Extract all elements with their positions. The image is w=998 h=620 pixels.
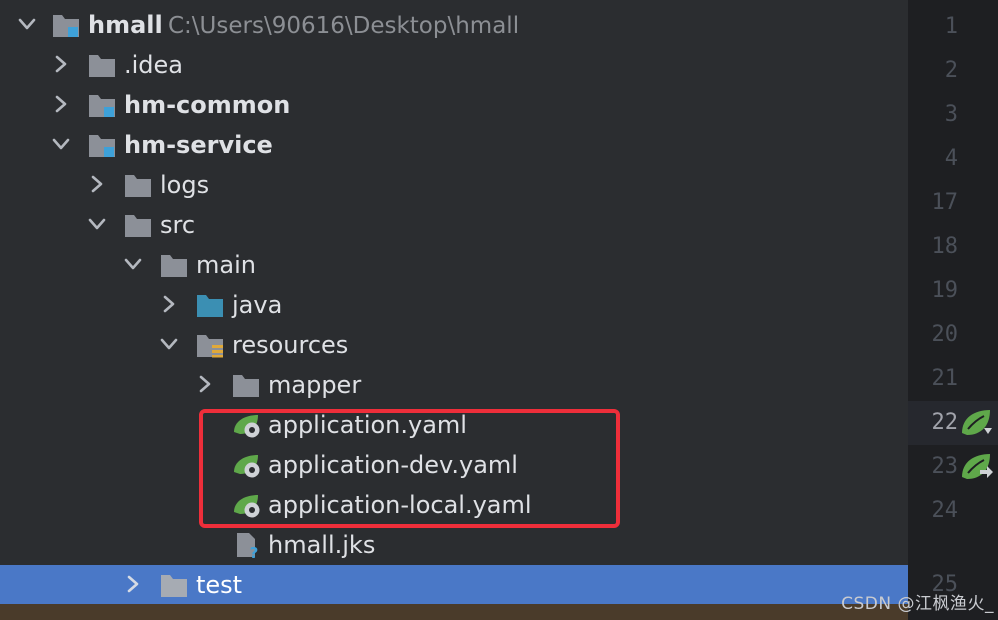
chevron-right-icon[interactable] xyxy=(120,571,146,597)
line-number: 19 xyxy=(931,278,959,303)
tree-row-idea[interactable]: .idea xyxy=(0,45,908,85)
source-folder-icon xyxy=(196,292,224,318)
tree-item-label: .idea xyxy=(124,51,184,79)
tree-item-label: main xyxy=(196,251,256,279)
gutter-line: 19 xyxy=(908,269,998,313)
tree-item-label: java xyxy=(232,291,283,319)
gutter-line: 17 xyxy=(908,181,998,225)
watermark-text: CSDN @江枫渔火_ xyxy=(841,594,994,614)
chevron-down-icon[interactable] xyxy=(120,251,146,277)
tree-row-resources[interactable]: resources xyxy=(0,325,908,365)
gutter-line: 2 xyxy=(908,49,998,93)
line-number: 3 xyxy=(944,102,958,127)
project-tree: hmall C:\Users\90616\Desktop\hmall .idea… xyxy=(0,0,908,620)
tree-item-label: logs xyxy=(160,171,210,199)
line-number: 21 xyxy=(931,366,959,391)
gutter-line: 4 xyxy=(908,137,998,181)
gutter-line: 21 xyxy=(908,357,998,401)
gutter-line-current: 22 xyxy=(908,401,998,445)
resources-folder-icon xyxy=(196,332,224,358)
annotation-highlight-box xyxy=(199,409,620,528)
folder-icon xyxy=(160,572,188,598)
tree-row-java[interactable]: java xyxy=(0,285,908,325)
line-number: 22 xyxy=(931,410,959,435)
tree-item-label: hmall.jks xyxy=(268,531,376,559)
chevron-down-icon[interactable] xyxy=(14,11,40,37)
tree-row-test[interactable]: test xyxy=(0,565,908,605)
chevron-right-icon[interactable] xyxy=(48,51,74,77)
chevron-right-icon[interactable] xyxy=(192,371,218,397)
tree-row-mapper[interactable]: mapper xyxy=(0,365,908,405)
tree-item-label: resources xyxy=(232,331,349,359)
module-folder-icon xyxy=(52,12,80,38)
chevron-down-icon[interactable] xyxy=(48,131,74,157)
gutter-line: 18 xyxy=(908,225,998,269)
gutter-line: 3 xyxy=(908,93,998,137)
tree-row-root-hmall[interactable]: hmall C:\Users\90616\Desktop\hmall xyxy=(0,5,908,45)
folder-icon xyxy=(88,52,116,78)
tree-item-label: test xyxy=(196,571,243,599)
gutter-line: 20 xyxy=(908,313,998,357)
line-number: 17 xyxy=(931,190,959,215)
line-number: 20 xyxy=(931,322,959,347)
tree-item-label: hm-service xyxy=(124,131,273,159)
folder-icon xyxy=(124,172,152,198)
spring-bean-gutter-icon[interactable] xyxy=(960,407,994,439)
tree-item-label: src xyxy=(160,211,196,239)
chevron-right-icon[interactable] xyxy=(156,291,182,317)
chevron-down-icon[interactable] xyxy=(156,331,182,357)
tree-item-label: hmall xyxy=(88,11,163,39)
tree-row-hm-common[interactable]: hm-common xyxy=(0,85,908,125)
line-number: 24 xyxy=(931,498,959,523)
editor-gutter: 1 2 3 4 17 18 19 20 21 22 23 24 25 xyxy=(908,0,998,620)
gutter-line: 1 xyxy=(908,5,998,49)
line-number: 23 xyxy=(931,454,959,479)
project-path: C:\Users\90616\Desktop\hmall xyxy=(168,13,520,39)
partially-visible-row xyxy=(0,604,908,620)
line-number: 2 xyxy=(944,58,958,83)
line-number: 4 xyxy=(944,146,958,171)
line-number: 1 xyxy=(944,14,958,39)
tree-row-main[interactable]: main xyxy=(0,245,908,285)
tree-row-src[interactable]: src xyxy=(0,205,908,245)
chevron-right-icon[interactable] xyxy=(84,171,110,197)
module-folder-icon xyxy=(88,92,116,118)
line-number: 18 xyxy=(931,234,959,259)
gutter-line: 24 xyxy=(908,489,998,533)
chevron-down-icon[interactable] xyxy=(84,211,110,237)
folder-icon xyxy=(160,252,188,278)
unknown-file-icon: ? xyxy=(232,532,260,558)
tree-item-label: hm-common xyxy=(124,91,291,119)
spring-navigate-gutter-icon[interactable] xyxy=(960,451,994,483)
gutter-line: 23 xyxy=(908,445,998,489)
module-folder-icon xyxy=(88,132,116,158)
folder-icon xyxy=(232,372,260,398)
folder-icon xyxy=(124,212,152,238)
tree-row-logs[interactable]: logs xyxy=(0,165,908,205)
tree-row-hmall-jks[interactable]: ? hmall.jks xyxy=(0,525,908,565)
chevron-right-icon[interactable] xyxy=(48,91,74,117)
tree-item-label: mapper xyxy=(268,371,362,399)
svg-text:?: ? xyxy=(250,544,259,558)
tree-row-hm-service[interactable]: hm-service xyxy=(0,125,908,165)
